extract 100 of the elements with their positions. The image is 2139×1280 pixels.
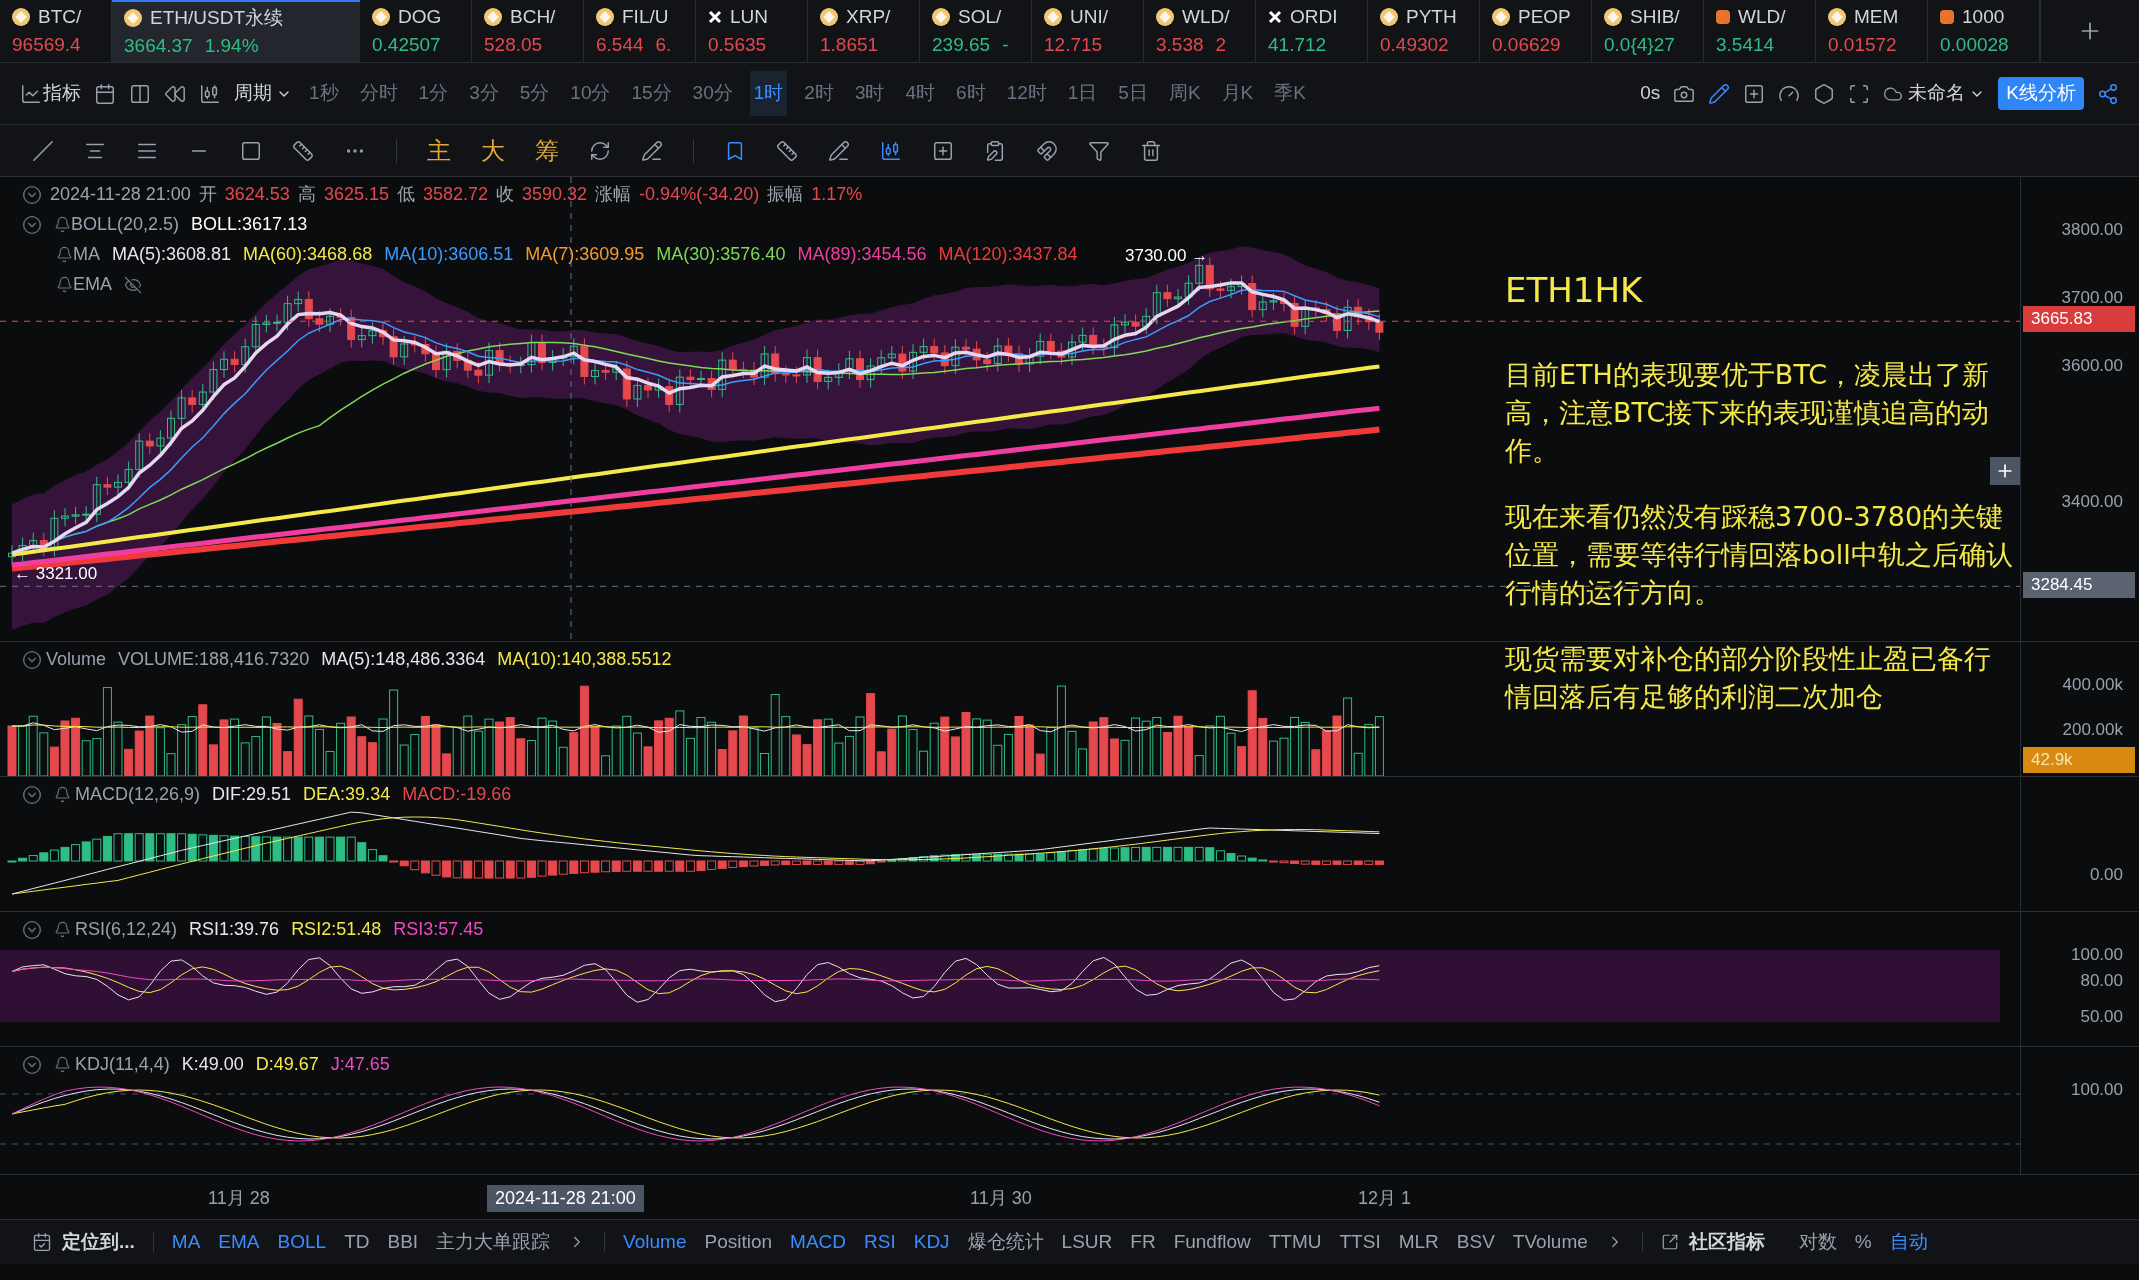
- period-tab[interactable]: 6时: [952, 71, 990, 116]
- axis-label: 80.00: [2080, 970, 2123, 992]
- ticker-price: 1.8651: [820, 33, 879, 57]
- period-tab[interactable]: 30分: [688, 71, 737, 116]
- legend-value: MA(89):3454.56: [797, 243, 927, 266]
- indicator-toggle[interactable]: 主力大单跟踪: [436, 1227, 551, 1257]
- legend-value: BOLL:3617.13: [191, 213, 308, 236]
- ohlc-value: 收: [496, 183, 515, 206]
- analysis-button[interactable]: K线分析: [1998, 77, 2084, 110]
- ohlc-value: 3624.53: [224, 183, 290, 206]
- indicator-toggle[interactable]: 爆仓统计: [967, 1227, 1044, 1257]
- ohlc-value: 涨幅: [595, 183, 632, 206]
- period-dropdown[interactable]: 周期: [234, 79, 292, 108]
- indicator-name: MA: [73, 243, 100, 266]
- ticker-change: 6.: [655, 33, 672, 57]
- ticker-tab[interactable]: ETH/USDT永续 3664.37 1.94%: [112, 0, 360, 62]
- indicator-name: Volume: [46, 648, 107, 671]
- indicator-toggle[interactable]: KDJ: [913, 1227, 950, 1257]
- period-tab[interactable]: 15分: [627, 71, 676, 116]
- ticker-symbol: MEM: [1854, 4, 1899, 29]
- ticker-symbol: DOG: [398, 4, 442, 29]
- indicator-toggle[interactable]: TVolume: [1512, 1227, 1588, 1257]
- period-tab[interactable]: 1秒: [305, 71, 343, 116]
- indicator-toggle[interactable]: BSV: [1456, 1227, 1495, 1257]
- period-tab[interactable]: 12时: [1002, 71, 1051, 116]
- period-tab[interactable]: 3分: [465, 71, 503, 116]
- indicator-toggle[interactable]: BOLL: [277, 1227, 327, 1257]
- ticker-price: 3664.37: [124, 34, 193, 58]
- indicator-toggle[interactable]: MA: [171, 1227, 201, 1257]
- tool-button[interactable]: 大: [481, 132, 505, 169]
- period-tab[interactable]: 5分: [515, 71, 554, 116]
- ticker-symbol: BCH/: [510, 4, 556, 29]
- period-tab[interactable]: 月K: [1217, 71, 1258, 116]
- period-tab[interactable]: 1时: [749, 71, 788, 116]
- tool-button[interactable]: 筹: [535, 132, 559, 169]
- legend-value: MA(7):3609.95: [525, 243, 645, 266]
- ticker-price: 0.0{4}27: [1604, 33, 1675, 57]
- period-tab[interactable]: 2时: [800, 71, 838, 116]
- legend-value: DEA:39.34: [303, 783, 391, 806]
- indicator-toggle[interactable]: FR: [1130, 1227, 1156, 1257]
- ohlc-value: 低: [396, 183, 415, 206]
- indicator-toggle[interactable]: Volume: [623, 1227, 687, 1257]
- axis-label: 0.00: [2089, 864, 2123, 886]
- period-tab[interactable]: 周K: [1164, 71, 1205, 116]
- ohlc-value: 1.17%: [811, 183, 863, 206]
- ticker-symbol: BTC/: [38, 4, 82, 29]
- ticker-price: 0.49302: [1380, 33, 1449, 57]
- ticker-symbol: XRP/: [846, 4, 891, 29]
- axis-label: 50.00: [2080, 1006, 2123, 1028]
- ticker-symbol: WLD/: [1738, 4, 1786, 29]
- period-tab[interactable]: 3时: [850, 71, 889, 116]
- ticker-price: 3.5414: [1716, 33, 1775, 57]
- auto-scale-toggle[interactable]: 自动: [1889, 1227, 1928, 1257]
- indicator-toggle[interactable]: TTSI: [1339, 1227, 1381, 1257]
- indicator-toggle[interactable]: Position: [704, 1227, 773, 1257]
- indicator-toggle[interactable]: TD: [344, 1227, 370, 1257]
- ticker-symbol: ETH/USDT永续: [150, 5, 283, 30]
- axis-label: 100.00: [2071, 944, 2123, 966]
- cursor-price-tag: 3284.45: [2023, 572, 2135, 598]
- axis-label: 200.00k: [2062, 719, 2123, 741]
- symbol-note: ETH1HK: [1505, 269, 1644, 312]
- indicator-name: EMA: [73, 273, 112, 296]
- tool-button[interactable]: 主: [427, 132, 451, 169]
- ticker-price: 96569.4: [12, 33, 81, 57]
- ticker-price: 6.544: [596, 33, 644, 57]
- indicator-toggle[interactable]: MLR: [1398, 1227, 1439, 1257]
- community-indicators-link[interactable]: 社区指标: [1688, 1227, 1765, 1257]
- ohlc-value: 振幅: [767, 183, 804, 206]
- percent-toggle[interactable]: %: [1854, 1227, 1872, 1257]
- indicator-toggle[interactable]: TTMU: [1268, 1227, 1322, 1257]
- ticker-price: 0.42507: [372, 33, 441, 57]
- indicator-toggle[interactable]: LSUR: [1061, 1227, 1113, 1257]
- period-tab[interactable]: 5日: [1114, 71, 1152, 116]
- period-tab[interactable]: 1分: [414, 71, 453, 116]
- legend-value: MA(30):3576.40: [656, 243, 786, 266]
- indicators-button[interactable]: 指标: [43, 79, 81, 108]
- period-tab[interactable]: 10分: [566, 71, 615, 116]
- period-tab[interactable]: 1日: [1063, 71, 1102, 116]
- layout-dropdown[interactable]: 未命名: [1908, 79, 1986, 108]
- ohlc-value: 3590.32: [522, 183, 588, 206]
- indicator-toggle[interactable]: Fundflow: [1173, 1227, 1251, 1257]
- period-tab[interactable]: 季K: [1270, 71, 1310, 116]
- legend-value: MA(10):3606.51: [384, 243, 514, 266]
- ticker-price: 0.06629: [1492, 33, 1561, 57]
- ohlc-value: 2024-11-28 21:00: [50, 183, 191, 206]
- indicator-toggle[interactable]: BBI: [387, 1227, 419, 1257]
- log-scale-toggle[interactable]: 对数: [1798, 1227, 1837, 1257]
- time-label: 11月 30: [969, 1187, 1033, 1210]
- ticker-symbol: PYTH: [1406, 4, 1457, 29]
- indicator-name: RSI(6,12,24): [75, 918, 178, 941]
- indicator-toggle[interactable]: MACD: [790, 1227, 846, 1257]
- indicator-toggle[interactable]: EMA: [218, 1227, 260, 1257]
- period-tab[interactable]: 4时: [901, 71, 940, 116]
- annotation-text: 目前ETH的表现要优于BTC，凌晨出了新高，注意BTC接下来的表现谨慎追高的动作。: [1505, 358, 1991, 468]
- ticker-symbol: FIL/U: [622, 4, 669, 29]
- ticker-symbol: ORDI: [1290, 4, 1338, 29]
- period-tab[interactable]: 分时: [355, 71, 402, 116]
- indicator-toggle[interactable]: RSI: [864, 1227, 896, 1257]
- locate-button[interactable]: 定位到...: [62, 1227, 135, 1257]
- legend-value: MA(120):3437.84: [938, 243, 1078, 266]
